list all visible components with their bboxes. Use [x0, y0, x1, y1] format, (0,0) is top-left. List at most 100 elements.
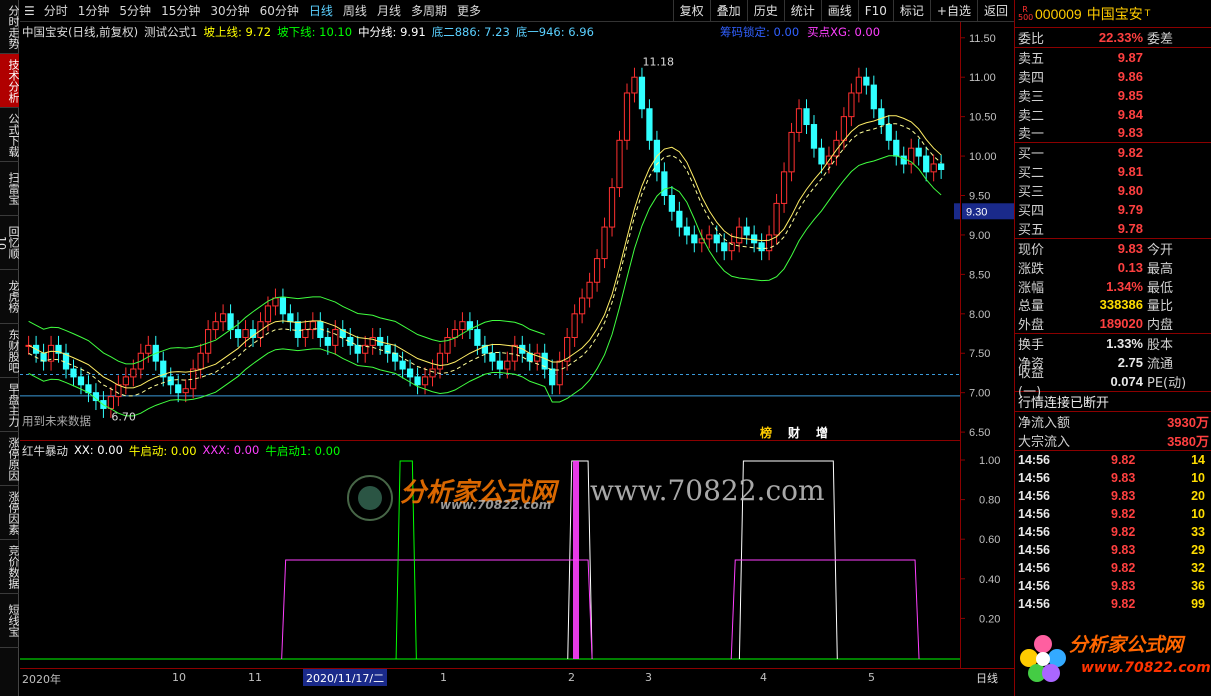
axis-label-main-2: 10.50	[969, 112, 997, 124]
sub-series-XXX-1	[730, 559, 920, 660]
candle	[586, 272, 593, 308]
period-tab-7[interactable]: 周线	[338, 0, 372, 22]
left-tab-5[interactable]: 龙虎榜	[0, 270, 19, 324]
toolbar-action-6[interactable]: 标记	[892, 0, 930, 22]
left-tab-4[interactable]: 回忆顺10	[0, 216, 19, 270]
buys-label: 买三	[1018, 185, 1045, 201]
indicator-2: 中分线: 9.91	[358, 25, 426, 39]
left-tab-0[interactable]: 分时走势	[0, 0, 19, 54]
axis-label-main-10: 6.50	[969, 427, 990, 439]
flow-value: 3580万	[1167, 433, 1209, 449]
tick-price: 9.82	[1111, 506, 1136, 521]
sells-row: 卖五 9.87	[1015, 48, 1211, 67]
left-tab-11[interactable]: 短线宝	[0, 594, 19, 648]
wei-cha-label: 委差	[1147, 31, 1174, 47]
tick-row: 14:56 9.82 33	[1015, 523, 1211, 541]
left-tab-9[interactable]: 涨停因素	[0, 486, 19, 540]
candle	[608, 178, 616, 237]
flow-label: 大宗流入	[1018, 434, 1071, 450]
date-label-7: 4	[760, 671, 767, 684]
badge-2: 增	[816, 426, 829, 440]
left-tab-2[interactable]: 公式下载	[0, 108, 19, 162]
candle	[810, 115, 818, 158]
toolbar-action-1[interactable]: 叠加	[709, 0, 747, 22]
candle	[481, 335, 488, 363]
candle	[908, 138, 915, 174]
candle	[601, 217, 608, 269]
toolbar-action-2[interactable]: 历史	[746, 0, 784, 22]
left-tab-8[interactable]: 涨停原因	[0, 432, 19, 486]
left-tab-10[interactable]: 竞价数据	[0, 540, 19, 594]
toolbar-action-5[interactable]: F10	[857, 0, 893, 22]
stock-name[interactable]: 中国宝安	[1087, 4, 1143, 24]
menu-icon[interactable]: ☰	[20, 4, 39, 18]
candle	[219, 304, 227, 332]
candle	[661, 162, 668, 205]
candle	[549, 359, 556, 395]
axis-label-sub-4: 0.20	[979, 613, 1000, 625]
candle	[863, 67, 870, 95]
stats1-label2: 今开	[1147, 242, 1174, 258]
toolbar-action-7[interactable]: +自选	[929, 0, 977, 22]
tick-row: 14:56 9.83 20	[1015, 487, 1211, 505]
toolbar-actions: 复权 叠加 历史 统计 画线 F10 标记 +自选 返回	[672, 0, 1014, 22]
period-tab-5[interactable]: 60分钟	[255, 0, 304, 22]
main-chart[interactable]: 11.18 6.70 中国宝安(日线,前复权) 测试公式1 坡上线: 9.72 坡下…	[20, 22, 960, 440]
date-label-2: 11	[248, 671, 262, 684]
badge-0: 榜	[760, 426, 773, 440]
candle	[197, 343, 204, 379]
toolbar-action-4[interactable]: 画线	[820, 0, 858, 22]
candle	[878, 99, 885, 134]
sub-indicator-0: XX: 0.00	[74, 443, 123, 457]
buy-levels: 买一 9.82 买二 9.81 买三 9.80 买四 9.79 买五 9.78	[1015, 143, 1211, 238]
buys-row: 买三 9.80	[1015, 181, 1211, 200]
sub-indicator-name[interactable]: 红牛暴动	[22, 443, 68, 459]
period-tab-10[interactable]: 更多	[452, 0, 486, 22]
sells-label: 卖二	[1018, 108, 1045, 124]
left-tab-1[interactable]: 技术分析	[0, 54, 19, 108]
candle	[294, 312, 302, 347]
rating-badge: R 500	[1018, 4, 1034, 22]
stats2-label: 换手	[1018, 338, 1045, 354]
left-tab-6[interactable]: 东财股吧	[0, 324, 19, 378]
tick-volume: 20	[1191, 488, 1205, 503]
tick-price: 9.82	[1111, 452, 1136, 467]
sub-series-XXX-0	[281, 559, 593, 660]
axis-label-main-8: 7.50	[969, 348, 990, 360]
candle	[765, 225, 773, 261]
sells-row: 卖四 9.86	[1015, 67, 1211, 86]
period-tab-3[interactable]: 15分钟	[156, 0, 205, 22]
candle	[938, 154, 945, 179]
date-label-5: 2	[568, 671, 575, 684]
axis-label-main-6: 8.50	[969, 269, 990, 281]
stock-code[interactable]: 000009	[1035, 6, 1082, 22]
period-tab-4[interactable]: 30分钟	[205, 0, 254, 22]
logo-cn: 分析家公式网	[1069, 634, 1184, 656]
period-tab-8[interactable]: 月线	[372, 0, 406, 22]
toolbar-action-0[interactable]: 复权	[672, 0, 710, 22]
flow-row: 大宗流入 3580万	[1015, 431, 1211, 450]
period-tab-6[interactable]: 日线	[304, 0, 338, 22]
candle	[930, 154, 937, 182]
sub-indicator-3: 牛启动1: 0.00	[265, 444, 341, 458]
period-tab-2[interactable]: 5分钟	[114, 0, 156, 22]
watermark-sub: www.70822.com	[440, 498, 552, 512]
period-tab-1[interactable]: 1分钟	[73, 0, 115, 22]
left-tab-7[interactable]: 早盘主力	[0, 378, 19, 432]
toolbar-action-8[interactable]: 返回	[976, 0, 1014, 22]
toolbar-action-3[interactable]: 统计	[783, 0, 821, 22]
period-label[interactable]: 日线	[960, 670, 1014, 686]
formula-name[interactable]: 测试公式1	[144, 24, 197, 40]
period-tab-0[interactable]: 分时	[39, 0, 73, 22]
candle	[631, 67, 638, 103]
stats1-label2: 最高	[1147, 261, 1174, 277]
period-tab-9[interactable]: 多周期	[406, 0, 452, 22]
candle	[526, 343, 533, 371]
axis-label-main-3: 10.00	[969, 151, 997, 163]
period-tabs: 分时 1分钟 5分钟 15分钟 30分钟 60分钟 日线 周线 月线 多周期 更多	[39, 0, 486, 22]
left-tab-3[interactable]: 扫雷宝	[0, 162, 19, 216]
sells-label: 卖三	[1018, 89, 1045, 105]
stats2-label2: 股本	[1147, 338, 1174, 354]
indicator-0: 坡上线: 9.72	[203, 25, 272, 39]
candle	[466, 312, 474, 340]
